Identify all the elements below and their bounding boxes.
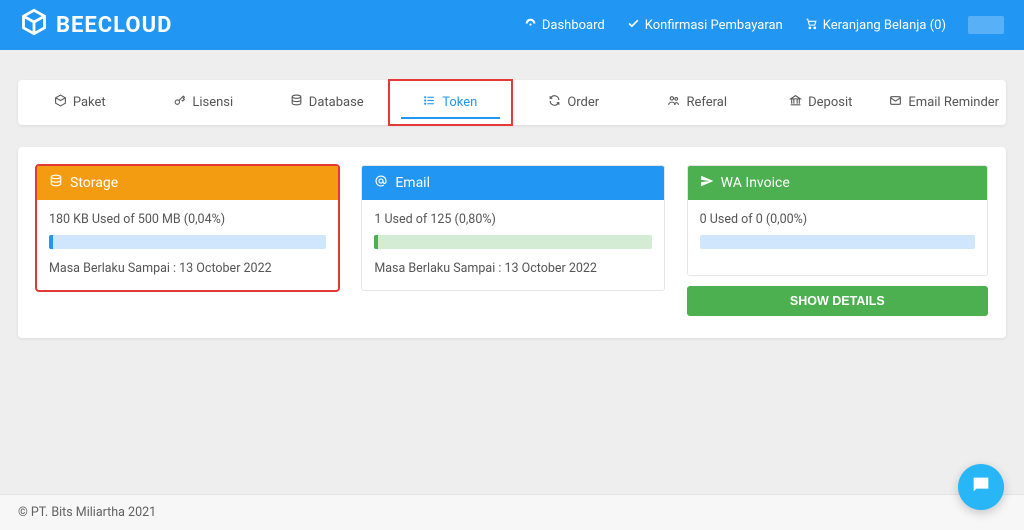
storage-usage-text: 180 KB Used of 500 MB (0,04%) [49, 212, 326, 227]
email-progress [374, 235, 651, 249]
top-navbar: BEECLOUD Dashboard Konfirmasi Pembayaran… [0, 0, 1024, 50]
tab-paket-label: Paket [73, 95, 106, 110]
tab-referal-label: Referal [686, 95, 727, 110]
tab-token-label: Token [442, 95, 477, 110]
list-icon [423, 94, 436, 111]
card-wa-head: WA Invoice [688, 166, 987, 200]
card-storage: Storage 180 KB Used of 500 MB (0,04%) Ma… [36, 165, 339, 291]
chat-fab[interactable] [958, 464, 1004, 510]
check-icon [627, 17, 640, 34]
card-wa-body: 0 Used of 0 (0,00%) [688, 200, 987, 275]
cart-icon [805, 17, 818, 34]
send-icon [700, 174, 714, 192]
box-icon [54, 94, 67, 111]
tab-deposit-label: Deposit [808, 95, 852, 110]
storage-progress-fill [49, 235, 53, 249]
nav-konfirmasi[interactable]: Konfirmasi Pembayaran [627, 17, 783, 34]
card-email-body: 1 Used of 125 (0,80%) Masa Berlaku Sampa… [362, 200, 663, 290]
email-usage-text: 1 Used of 125 (0,80%) [374, 212, 651, 227]
card-storage-body: 180 KB Used of 500 MB (0,04%) Masa Berla… [37, 200, 338, 290]
email-expiry: Masa Berlaku Sampai : 13 October 2022 [374, 261, 651, 276]
brand-name: BEECLOUD [56, 13, 172, 38]
card-storage-title: Storage [70, 175, 118, 191]
dashboard-icon [524, 17, 537, 34]
at-icon [374, 174, 388, 192]
nav-dashboard-label: Dashboard [542, 18, 605, 33]
token-overview-panel: Storage 180 KB Used of 500 MB (0,04%) Ma… [18, 147, 1006, 338]
tab-order[interactable]: Order [512, 80, 636, 125]
nav-konfirmasi-label: Konfirmasi Pembayaran [645, 18, 783, 33]
tab-email-reminder-label: Email Reminder [908, 95, 999, 110]
storage-progress [49, 235, 326, 249]
tab-referal[interactable]: Referal [636, 80, 760, 125]
envelope-icon [889, 94, 902, 111]
show-details-button[interactable]: SHOW DETAILS [687, 286, 988, 316]
refresh-icon [548, 94, 561, 111]
card-storage-head: Storage [37, 166, 338, 200]
footer: © PT. Bits Miliartha 2021 [0, 494, 1024, 530]
nav-keranjang-label: Keranjang Belanja (0) [823, 18, 946, 33]
database-icon [290, 94, 303, 111]
tab-paket[interactable]: Paket [18, 80, 142, 125]
email-progress-fill [374, 235, 378, 249]
card-email-head: Email [362, 166, 663, 200]
user-menu[interactable] [968, 16, 1004, 34]
tab-database[interactable]: Database [265, 80, 389, 125]
card-wa-invoice: WA Invoice 0 Used of 0 (0,00%) [687, 165, 988, 276]
nav-keranjang[interactable]: Keranjang Belanja (0) [805, 17, 946, 34]
users-icon [667, 94, 680, 111]
brand-logo-icon [20, 8, 48, 42]
footer-copyright: © PT. Bits Miliartha 2021 [18, 505, 156, 520]
bank-icon [789, 94, 802, 111]
tab-lisensi-label: Lisensi [192, 95, 233, 110]
key-icon [173, 94, 186, 111]
tab-deposit[interactable]: Deposit [759, 80, 883, 125]
tab-database-label: Database [309, 95, 364, 110]
wa-progress [700, 235, 975, 249]
tab-token[interactable]: Token [389, 80, 513, 125]
brand[interactable]: BEECLOUD [20, 8, 172, 42]
tabs-bar: Paket Lisensi Database Token Order Refer… [18, 80, 1006, 125]
tab-lisensi[interactable]: Lisensi [142, 80, 266, 125]
tab-email-reminder[interactable]: Email Reminder [883, 80, 1007, 125]
storage-expiry: Masa Berlaku Sampai : 13 October 2022 [49, 261, 326, 276]
nav-dashboard[interactable]: Dashboard [524, 17, 605, 34]
card-email: Email 1 Used of 125 (0,80%) Masa Berlaku… [361, 165, 664, 291]
card-wa-title: WA Invoice [721, 175, 790, 191]
topnav-links: Dashboard Konfirmasi Pembayaran Keranjan… [524, 16, 1004, 34]
card-email-title: Email [395, 175, 430, 191]
chat-icon [970, 474, 992, 500]
storage-icon [49, 174, 63, 192]
wa-usage-text: 0 Used of 0 (0,00%) [700, 212, 975, 227]
tab-order-label: Order [567, 95, 599, 110]
